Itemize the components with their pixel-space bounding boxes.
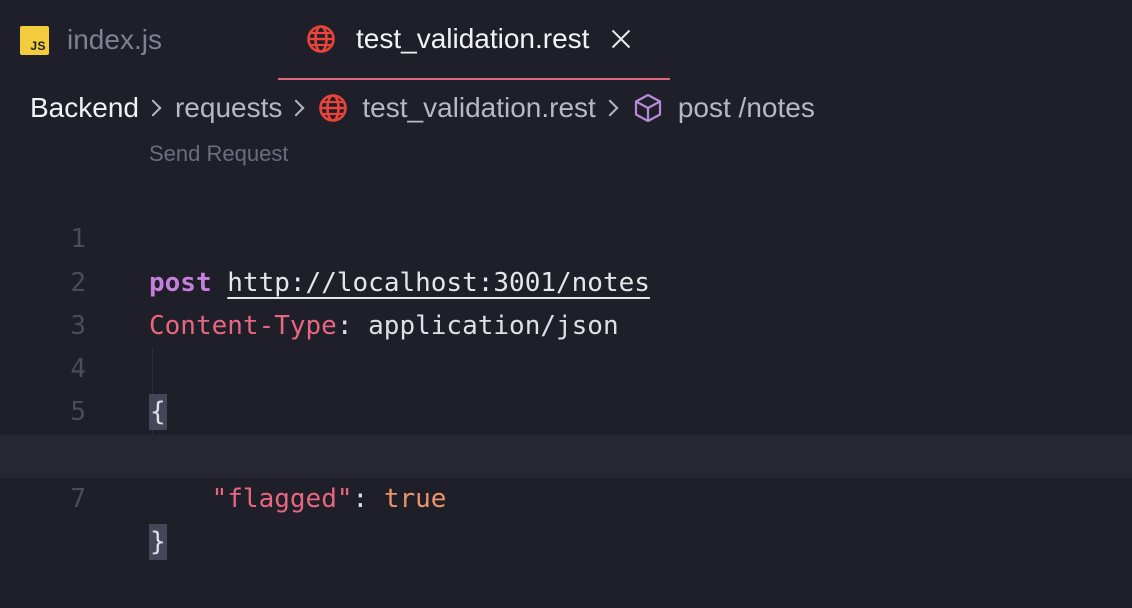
tab-bar: JS index.js test_validation.rest <box>0 0 1132 80</box>
code-line-3[interactable]: 3 <box>0 262 1132 341</box>
js-icon-label: JS <box>30 38 46 53</box>
chevron-right-icon <box>601 99 619 117</box>
breadcrumb-item-file[interactable]: test_validation.rest <box>362 92 595 124</box>
line-number: 7 <box>70 484 86 515</box>
globe-icon <box>307 25 335 53</box>
chevron-right-icon <box>144 99 162 117</box>
code-line-2[interactable]: 2 Content-Type: application/json <box>0 218 1132 341</box>
globe-icon <box>319 94 348 122</box>
close-brace-matched: } <box>149 524 167 561</box>
breadcrumb-item-backend[interactable]: Backend <box>30 92 139 124</box>
line-content: } <box>149 521 167 564</box>
json-key: "flagged" <box>211 484 353 515</box>
chevron-right-icon <box>287 99 305 117</box>
tab-test-validation-rest[interactable]: test_validation.rest <box>278 0 670 80</box>
breadcrumb: Backend requests test_validation.rest po… <box>30 86 815 130</box>
code-line-6[interactable]: 6 "flagged": true <box>0 391 1132 514</box>
send-request-codelens[interactable]: Send Request <box>149 141 288 167</box>
tab-label-test-validation-rest: test_validation.rest <box>356 23 590 54</box>
tab-index-js[interactable]: JS index.js <box>0 0 278 80</box>
json-colon: : <box>352 484 384 515</box>
line-content: "flagged": true <box>149 478 447 521</box>
cube-icon <box>634 93 661 123</box>
close-icon[interactable] <box>609 27 633 51</box>
code-line-1[interactable]: 1 post http://localhost:3001/notes <box>0 175 1132 297</box>
code-line-4[interactable]: 4 { <box>0 305 1132 431</box>
code-line-5[interactable]: 5 "content": "", <box>0 348 1132 470</box>
tab-label-index-js: index.js <box>67 24 162 55</box>
json-boolean-value: true <box>383 484 447 515</box>
js-file-icon: JS <box>20 25 49 55</box>
breadcrumb-item-symbol[interactable]: post /notes <box>678 92 815 124</box>
code-line-7-current[interactable]: 7 } <box>0 434 1132 561</box>
code-editor[interactable]: 1 post http://localhost:3001/notes 2 Con… <box>0 175 1132 561</box>
breadcrumb-item-requests[interactable]: requests <box>175 92 282 124</box>
